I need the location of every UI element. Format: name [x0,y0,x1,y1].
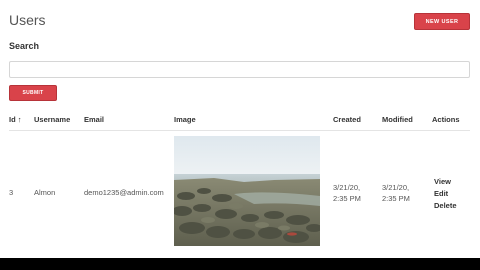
new-user-button[interactable]: NEW USER [414,13,470,30]
sort-ascending-icon: ↑ [17,115,22,124]
column-header-image[interactable]: Image [174,115,196,124]
page-title: Users [9,12,46,28]
column-header-email[interactable]: Email [84,115,104,124]
cell-created-date: 3/21/20, [333,183,361,192]
cell-username: Almon [34,188,56,197]
cell-created: 3/21/20, 2:35 PM [333,182,361,204]
column-header-modified[interactable]: Modified [382,115,413,124]
column-header-id[interactable]: Id ↑ [9,115,22,124]
cell-modified: 3/21/20, 2:35 PM [382,182,410,204]
user-image [174,136,320,246]
search-label: Search [9,41,40,51]
column-header-username[interactable]: Username [34,115,70,124]
column-header-id-label: Id [9,115,16,124]
column-header-created[interactable]: Created [333,115,361,124]
edit-link[interactable]: Edit [434,189,448,198]
submit-button[interactable]: SUBMIT [9,85,57,101]
column-header-actions: Actions [432,115,460,124]
cell-id: 3 [9,188,14,197]
delete-link[interactable]: Delete [434,201,457,210]
view-link[interactable]: View [434,177,451,186]
header-divider [9,130,470,131]
cell-email: demo1235@admin.com [84,188,164,197]
search-input[interactable] [9,61,470,78]
cell-modified-time: 2:35 PM [382,194,410,203]
users-page: Users NEW USER Search SUBMIT Id ↑ Userna… [0,0,480,258]
cell-modified-date: 3/21/20, [382,183,410,192]
cell-created-time: 2:35 PM [333,194,361,203]
